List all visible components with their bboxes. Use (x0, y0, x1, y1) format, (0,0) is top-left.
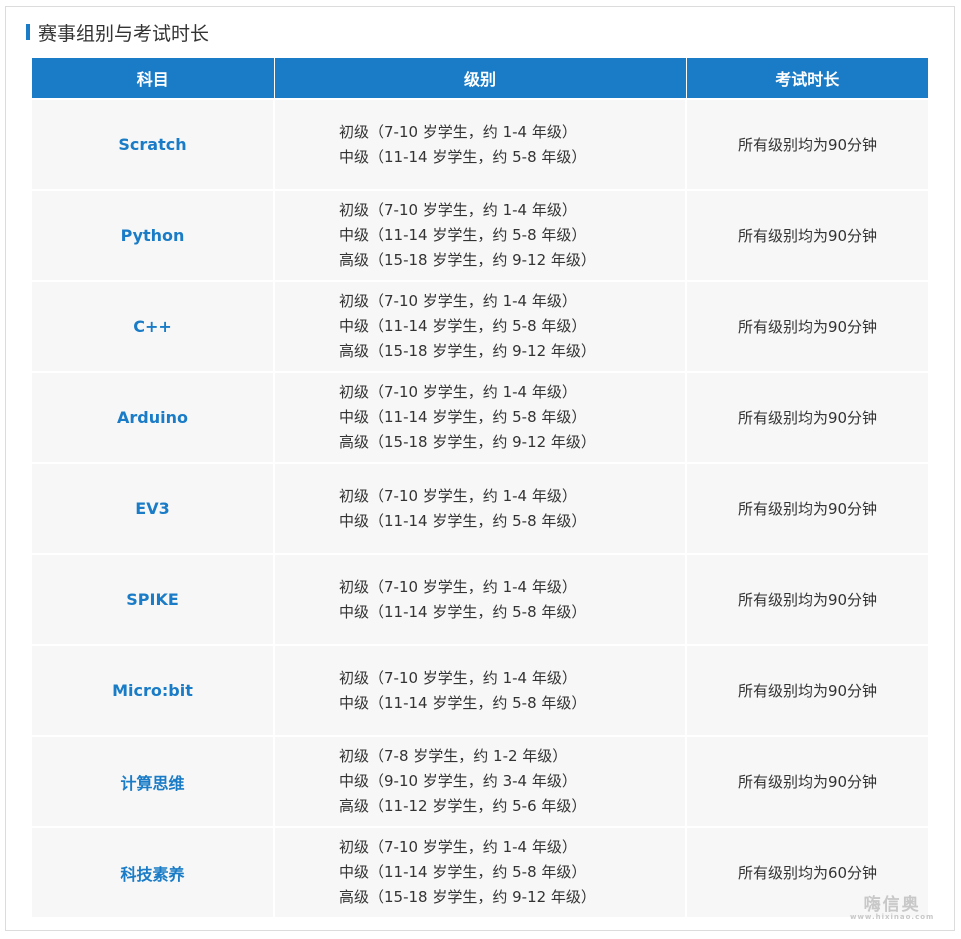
table-body: Scratch 初级（7-10 岁学生，约 1-4 年级） 中级（11-14 岁学生… (32, 98, 928, 917)
level-line: 初级（7-10 岁学生，约 1-4 年级） (339, 292, 577, 310)
levels-cell: 初级（7-10 岁学生，约 1-4 年级） 中级（11-14 岁学生，约 5-8 … (274, 280, 687, 372)
level-line: 初级（7-10 岁学生，约 1-4 年级） (339, 577, 577, 596)
level-line: 中级（11-14 岁学生，约 5-8 年级） (339, 147, 587, 166)
level-line: 高级（15-18 岁学生，约 9-12 年级） (339, 888, 596, 906)
table-row: C++ 初级（7-10 岁学生，约 1-4 年级） 中级（11-14 岁学生，约 5… (32, 280, 928, 372)
header-duration: 考试时长 (686, 58, 928, 99)
levels-cell: 初级（7-10 岁学生，约 1-4 年级） 中级（11-14 岁学生，约 5-8 … (274, 98, 687, 190)
duration-cell: 所有级别均为90分钟 (686, 462, 928, 554)
level-line: 中级（11-14 岁学生，约 5-8 年级） (339, 226, 587, 244)
level-line: 初级（7-10 岁学生，约 1-4 年级） (339, 383, 577, 401)
level-line: 初级（7-10 岁学生，约 1-4 年级） (339, 201, 577, 219)
subject-cell: Arduino (32, 371, 275, 463)
duration-cell: 所有级别均为90分钟 (686, 280, 928, 372)
duration-cell: 所有级别均为90分钟 (686, 553, 928, 645)
competition-table: 科目 级别 考试时长 Scratch 初级（7-10 岁学生，约 1-4 年级） 中… (32, 58, 928, 917)
level-line: 初级（7-8 岁学生，约 1-2 年级） (339, 747, 568, 765)
levels-cell: 初级（7-10 岁学生，约 1-4 年级） 中级（11-14 岁学生，约 5-8 … (274, 462, 687, 554)
subject-cell: EV3 (32, 462, 275, 554)
table-row: Python 初级（7-10 岁学生，约 1-4 年级） 中级（11-14 岁学生，… (32, 189, 928, 281)
table-row: Arduino 初级（7-10 岁学生，约 1-4 年级） 中级（11-14 岁学生… (32, 371, 928, 463)
subject-cell: Scratch (32, 98, 275, 190)
table-row: EV3 初级（7-10 岁学生，约 1-4 年级） 中级（11-14 岁学生，约 5… (32, 462, 928, 554)
level-line: 中级（11-14 岁学生，约 5-8 年级） (339, 408, 587, 426)
levels-cell: 初级（7-10 岁学生，约 1-4 年级） 中级（11-14 岁学生，约 5-8 … (274, 644, 687, 736)
subject-cell: SPIKE (32, 553, 275, 645)
level-line: 中级（11-14 岁学生，约 5-8 年级） (339, 317, 587, 335)
table-row: Micro:bit 初级（7-10 岁学生，约 1-4 年级） 中级（11-14 岁… (32, 644, 928, 736)
duration-cell: 所有级别均为90分钟 (686, 644, 928, 736)
levels-cell: 初级（7-10 岁学生，约 1-4 年级） 中级（11-14 岁学生，约 5-8 … (274, 553, 687, 645)
level-line: 中级（11-14 岁学生，约 5-8 年级） (339, 511, 587, 530)
table-row: 计算思维 初级（7-8 岁学生，约 1-2 年级） 中级（9-10 岁学生，约 3-… (32, 735, 928, 827)
level-line: 初级（7-10 岁学生，约 1-4 年级） (339, 668, 577, 687)
header-subject: 科目 (32, 58, 275, 99)
watermark-logo: 嗨信奥 www.hixinao.com (850, 890, 934, 921)
levels-cell: 初级（7-10 岁学生，约 1-4 年级） 中级（11-14 岁学生，约 5-8 … (274, 371, 687, 463)
level-line: 高级（15-18 岁学生，约 9-12 年级） (339, 433, 596, 451)
level-line: 初级（7-10 岁学生，约 1-4 年级） (339, 486, 577, 505)
levels-cell: 初级（7-10 岁学生，约 1-4 年级） 中级（11-14 岁学生，约 5-8 … (274, 189, 687, 281)
subject-cell: 计算思维 (32, 735, 275, 827)
subject-cell: 科技素养 (32, 826, 275, 917)
level-line: 中级（11-14 岁学生，约 5-8 年级） (339, 602, 587, 621)
levels-cell: 初级（7-8 岁学生，约 1-2 年级） 中级（9-10 岁学生，约 3-4 年级… (274, 735, 687, 827)
heading-accent-bar (26, 24, 30, 40)
subject-cell: C++ (32, 280, 275, 372)
watermark-text: 嗨信奥 (863, 895, 921, 915)
level-line: 高级（11-12 岁学生，约 5-6 年级） (339, 797, 587, 815)
subject-cell: Python (32, 189, 275, 281)
level-line: 中级（11-14 岁学生，约 5-8 年级） (339, 693, 587, 712)
section-heading: 赛事组别与考试时长 (26, 20, 210, 45)
table-header-row: 科目 级别 考试时长 (32, 58, 928, 99)
level-line: 初级（7-10 岁学生，约 1-4 年级） (339, 838, 577, 856)
subject-cell: Micro:bit (32, 644, 275, 736)
table-row: Scratch 初级（7-10 岁学生，约 1-4 年级） 中级（11-14 岁学生… (32, 98, 928, 190)
table-row: 科技素养 初级（7-10 岁学生，约 1-4 年级） 中级（11-14 岁学生，约 … (32, 826, 928, 917)
watermark-url: www.hixinao.com (850, 913, 935, 921)
header-level: 级别 (274, 58, 687, 99)
section-title: 赛事组别与考试时长 (38, 22, 210, 45)
level-line: 高级（15-18 岁学生，约 9-12 年级） (339, 342, 596, 360)
duration-cell: 所有级别均为90分钟 (686, 189, 928, 281)
duration-cell: 所有级别均为90分钟 (686, 371, 928, 463)
level-line: 中级（9-10 岁学生，约 3-4 年级） (339, 772, 577, 790)
table-row: SPIKE 初级（7-10 岁学生，约 1-4 年级） 中级（11-14 岁学生，约… (32, 553, 928, 645)
level-line: 高级（15-18 岁学生，约 9-12 年级） (339, 251, 596, 269)
levels-cell: 初级（7-10 岁学生，约 1-4 年级） 中级（11-14 岁学生，约 5-8 … (274, 826, 687, 917)
level-line: 中级（11-14 岁学生，约 5-8 年级） (339, 863, 587, 881)
duration-cell: 所有级别均为90分钟 (686, 735, 928, 827)
duration-cell: 所有级别均为90分钟 (686, 98, 928, 190)
level-line: 初级（7-10 岁学生，约 1-4 年级） (339, 122, 577, 141)
